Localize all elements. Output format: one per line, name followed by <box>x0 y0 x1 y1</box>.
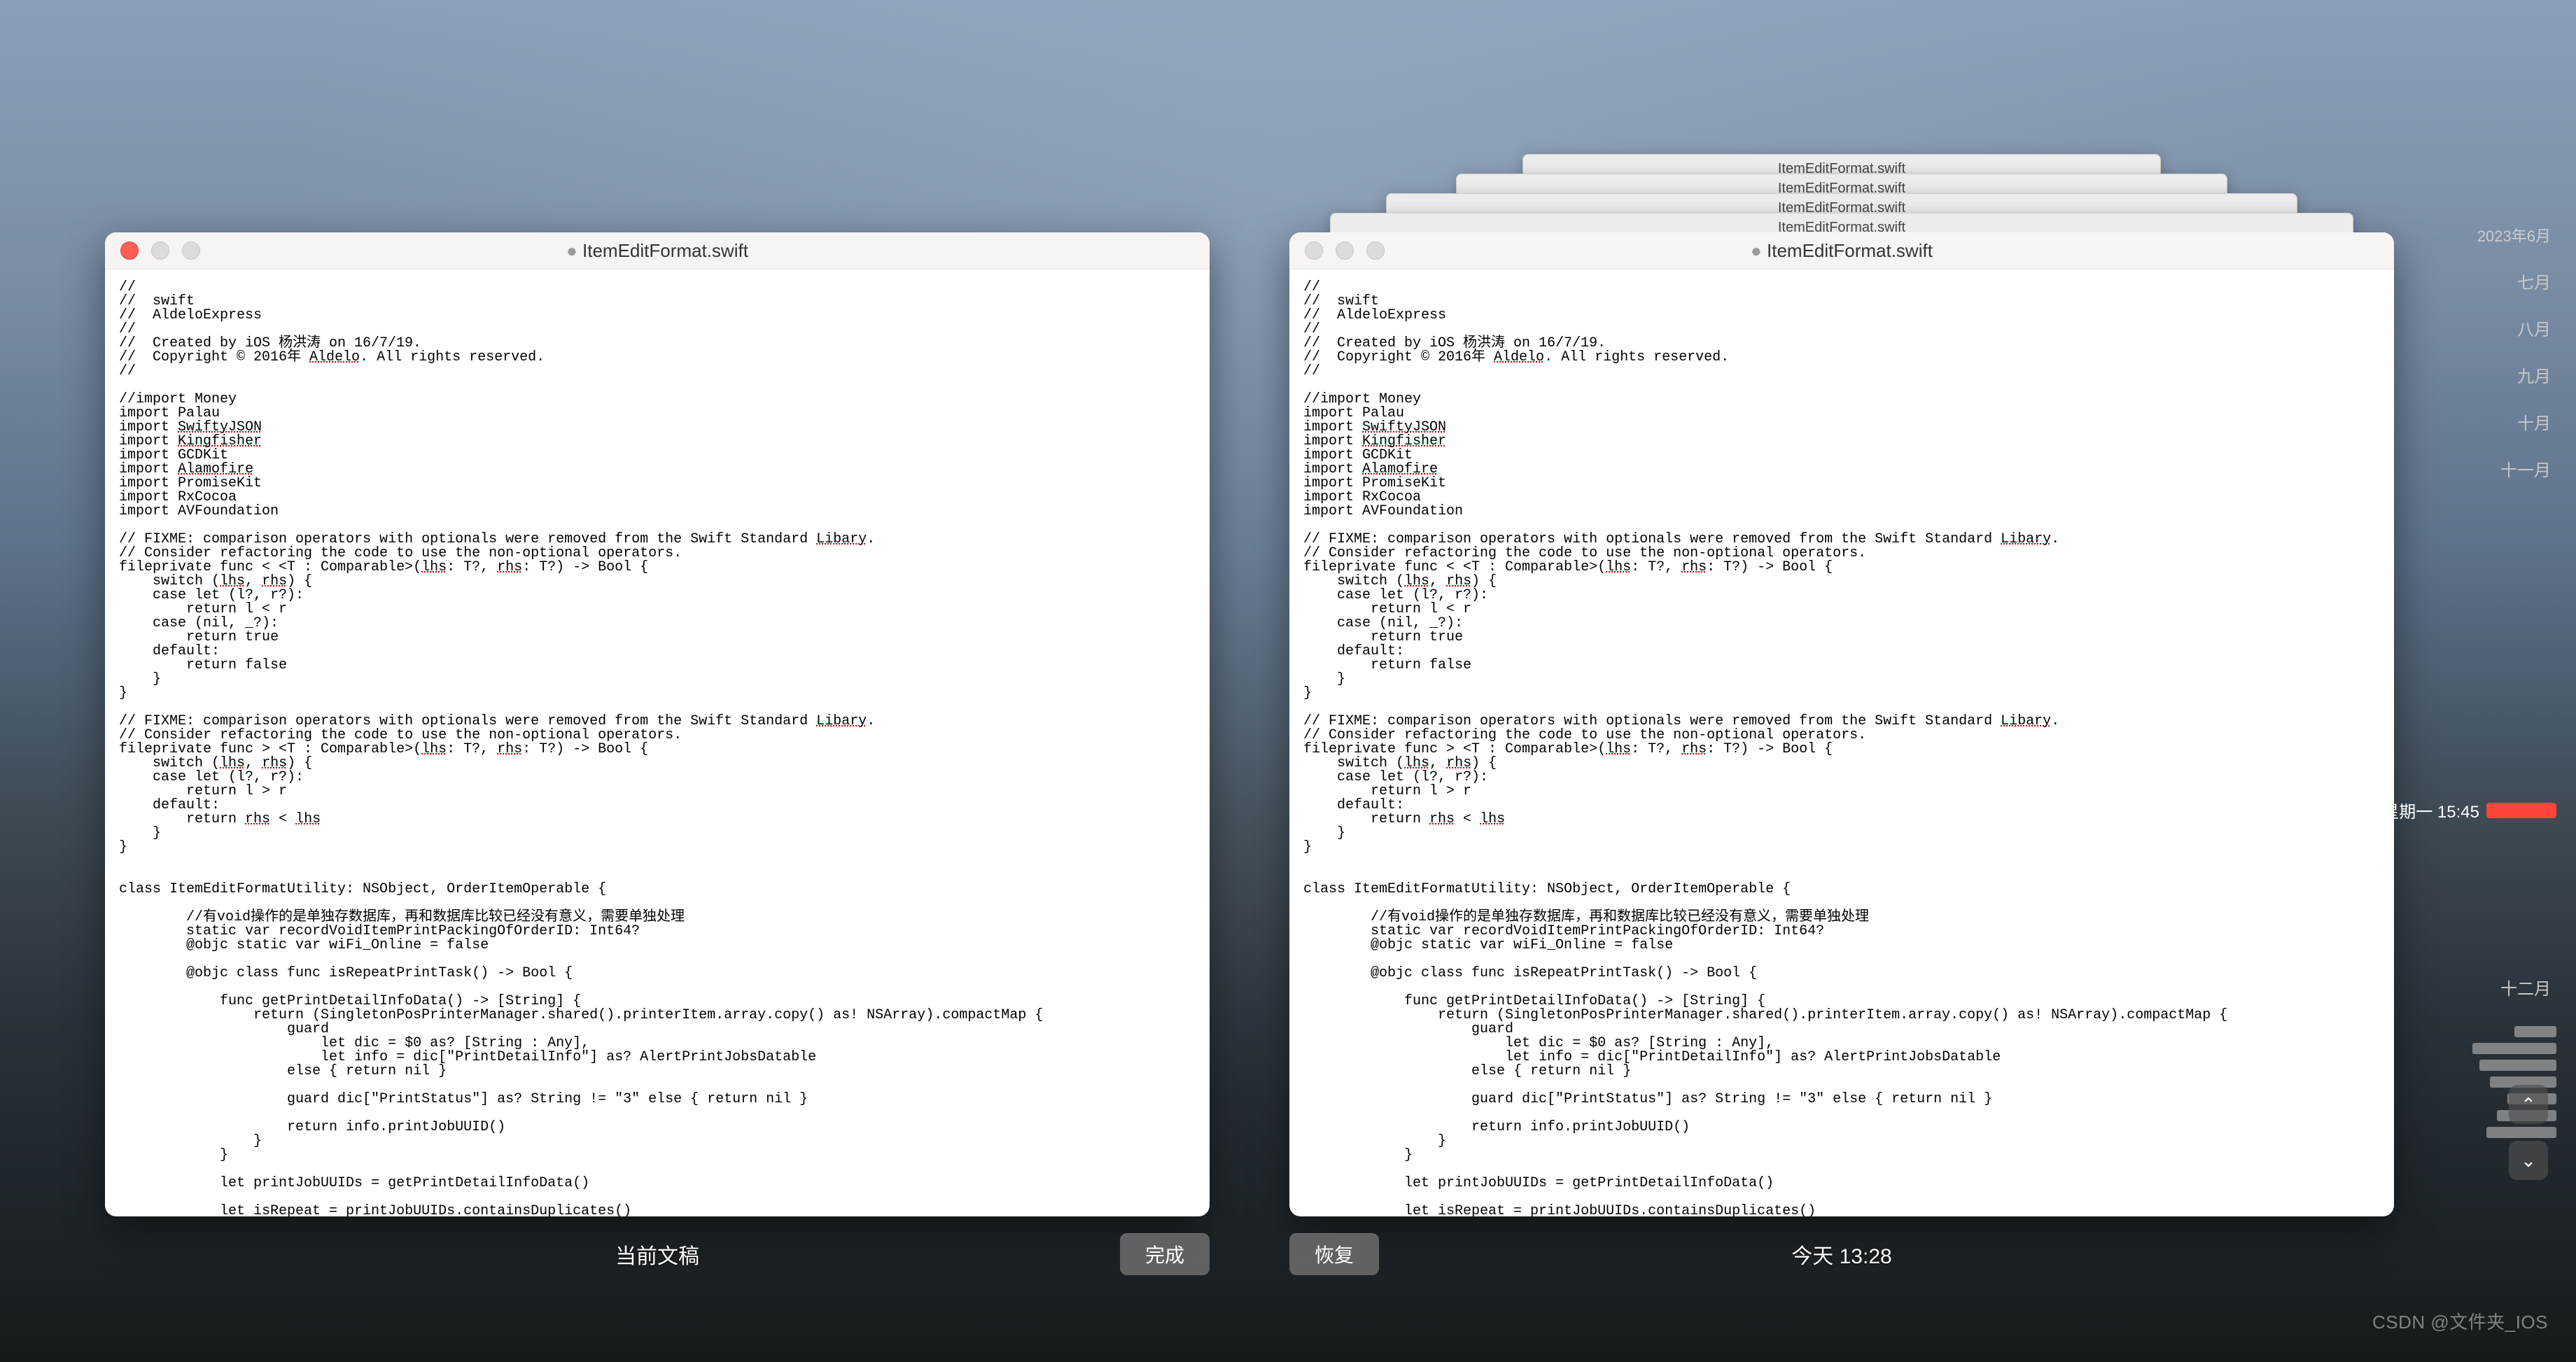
timeline-month[interactable]: 八月 <box>2517 316 2551 340</box>
editor-window-current: ● ItemEditFormat.swift // // swift // Al… <box>105 232 1210 1216</box>
timeline-month[interactable]: 十二月 <box>2500 975 2551 999</box>
restore-button[interactable]: 恢复 <box>1289 1233 1379 1275</box>
watermark-label: CSDN @文件夹_IOS <box>2372 1308 2548 1334</box>
window-title: ● ItemEditFormat.swift <box>1289 240 2394 262</box>
timeline-year: 2023年6月 <box>2477 224 2551 246</box>
timeline-month[interactable]: 九月 <box>2517 363 2551 387</box>
version-timestamp-label: 今天 13:28 <box>1791 1239 1891 1270</box>
desktop: ● ItemEditFormat.swift // // swift // Al… <box>0 0 2576 1362</box>
timeline-now-marker: 11日 星期一 15:45 <box>2344 798 2556 822</box>
timeline-bar[interactable] <box>2479 1060 2556 1071</box>
done-button[interactable]: 完成 <box>1120 1233 1210 1275</box>
chevron-down-icon: ⌄ <box>2521 1150 2536 1172</box>
footer-left: 当前文稿 完成 <box>105 1239 1210 1270</box>
editor-window-version: ● ItemEditFormat.swift // // swift // Al… <box>1289 232 2394 1216</box>
chevron-up-icon: ⌃ <box>2521 1094 2536 1116</box>
timeline-now-icon <box>2486 803 2556 818</box>
timeline-bar[interactable] <box>2514 1026 2556 1037</box>
edited-indicator-icon: ● <box>1751 240 1762 261</box>
edited-indicator-icon: ● <box>566 240 578 261</box>
footer-right: 恢复 今天 13:28 <box>1289 1239 2394 1270</box>
timeline-month[interactable]: 十月 <box>2517 409 2551 434</box>
timeline-month[interactable]: 七月 <box>2517 269 2551 293</box>
timeline-bar[interactable] <box>2472 1043 2556 1054</box>
window-title-text: ItemEditFormat.swift <box>582 240 748 261</box>
version-timeline[interactable]: 2023年6月 七月 八月 九月 十月 十一月 十二月 11日 星期一 15:4… <box>2444 224 2556 1138</box>
code-content-current[interactable]: // // swift // AldeloExpress // // Creat… <box>105 269 1210 1216</box>
window-titlebar[interactable]: ● ItemEditFormat.swift <box>1289 232 2394 269</box>
version-nav-arrows: ⌃ ⌄ <box>2509 1085 2548 1180</box>
previous-version-button[interactable]: ⌃ <box>2509 1085 2548 1124</box>
window-title-text: ItemEditFormat.swift <box>1767 240 1933 261</box>
current-document-label: 当前文稿 <box>615 1239 699 1270</box>
current-document-stack: ● ItemEditFormat.swift // // swift // Al… <box>105 232 1210 1216</box>
window-titlebar[interactable]: ● ItemEditFormat.swift <box>105 232 1210 269</box>
window-title: ● ItemEditFormat.swift <box>105 240 1210 262</box>
next-version-button[interactable]: ⌄ <box>2509 1141 2548 1180</box>
code-content-version: // // swift // AldeloExpress // // Creat… <box>1289 269 2394 1216</box>
version-document-stack: ItemEditFormat.swift ItemEditFormat.swif… <box>1289 232 2394 1216</box>
timeline-now-label: 11日 星期一 15:45 <box>2344 798 2479 822</box>
timeline-month[interactable]: 十一月 <box>2500 456 2551 481</box>
